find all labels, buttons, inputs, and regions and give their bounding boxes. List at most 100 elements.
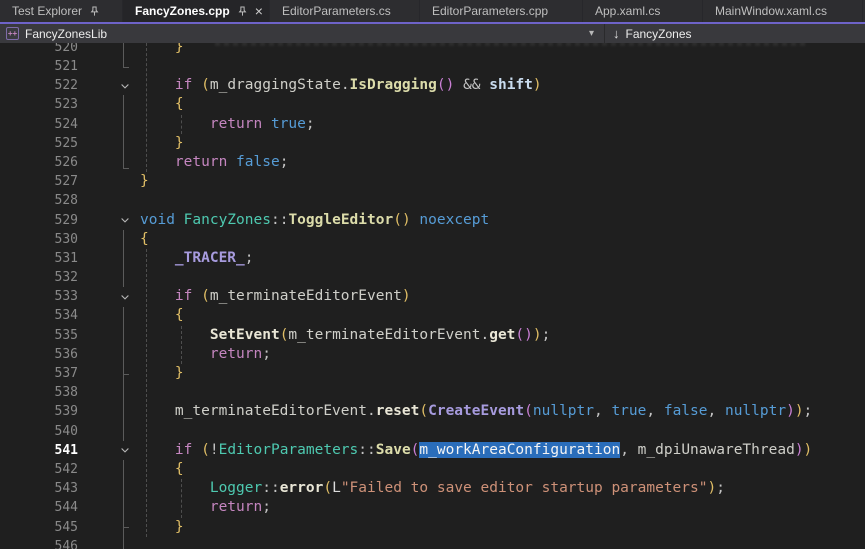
fold-margin (110, 537, 140, 549)
code-editor[interactable]: 520 }521522 if (m_draggingState.IsDraggi… (0, 43, 865, 549)
code-line[interactable]: 544 return; (0, 498, 865, 517)
code-line[interactable]: 525 } (0, 134, 865, 153)
tab-editorparameters-cs[interactable]: EditorParameters.cs (270, 0, 420, 22)
fold-chevron-icon[interactable] (110, 441, 140, 460)
code-line[interactable]: 543 Logger::error(L"Failed to save edito… (0, 479, 865, 498)
pin-icon[interactable] (88, 5, 101, 18)
line-number: 537 (0, 364, 78, 383)
code-line[interactable]: 541 if (!EditorParameters::Save(m_workAr… (0, 441, 865, 460)
fold-margin (110, 268, 140, 287)
code-line[interactable]: 542 { (0, 460, 865, 479)
code-line[interactable]: 533 if (m_terminateEditorEvent) (0, 287, 865, 306)
line-number: 539 (0, 402, 78, 421)
fold-margin (110, 230, 140, 249)
tab-label: Test Explorer (12, 4, 82, 18)
fold-margin (110, 153, 140, 172)
code-text: SetEvent(m_terminateEditorEvent.get()); (140, 326, 550, 345)
code-line[interactable]: 522 if (m_draggingState.IsDragging() && … (0, 76, 865, 95)
fold-margin (110, 498, 140, 517)
tab-label: EditorParameters.cpp (432, 4, 548, 18)
code-text: void FancyZones::ToggleEditor() noexcept (140, 211, 489, 230)
document-tab-bar: Test Explorer FancyZones.cpp × EditorParame… (0, 0, 865, 22)
code-line[interactable]: 536 return; (0, 345, 865, 364)
line-number: 543 (0, 479, 78, 498)
code-line[interactable]: 535 SetEvent(m_terminateEditorEvent.get(… (0, 326, 865, 345)
code-line[interactable]: 546 (0, 537, 865, 549)
code-text: return; (140, 498, 271, 517)
scope-dropdown-label: FancyZones (626, 27, 692, 41)
fold-chevron-icon[interactable] (110, 76, 140, 95)
fold-margin (110, 134, 140, 153)
code-line[interactable]: 526 return false; (0, 153, 865, 172)
blurred-scroll-artifact (215, 43, 807, 46)
fold-chevron-icon[interactable] (110, 287, 140, 306)
line-number: 523 (0, 95, 78, 114)
fold-margin (110, 95, 140, 114)
selected-text[interactable]: m_workAreaConfiguration (419, 442, 620, 458)
line-number: 546 (0, 537, 78, 549)
line-number: 526 (0, 153, 78, 172)
code-line[interactable]: 529 void FancyZones::ToggleEditor() noexc… (0, 211, 865, 230)
code-text: } (140, 43, 184, 57)
line-number: 527 (0, 172, 78, 191)
fold-chevron-icon[interactable] (110, 211, 140, 230)
code-line[interactable]: 531 _TRACER_; (0, 249, 865, 268)
fold-margin (110, 383, 140, 402)
code-text: m_terminateEditorEvent.reset(CreateEvent… (140, 402, 812, 421)
tab-test-explorer[interactable]: Test Explorer (0, 0, 123, 22)
line-number: 541 (0, 441, 78, 460)
line-number: 524 (0, 115, 78, 134)
code-line[interactable]: 530{ (0, 230, 865, 249)
tab-fancyzones-cpp[interactable]: FancyZones.cpp × (123, 0, 270, 22)
close-icon[interactable]: × (255, 4, 263, 18)
code-line[interactable]: 532 (0, 268, 865, 287)
fold-margin (110, 422, 140, 441)
tab-app-xaml-cs[interactable]: App.xaml.cs (583, 0, 703, 22)
code-text: Logger::error(L"Failed to save editor st… (140, 479, 725, 498)
tab-label: EditorParameters.cs (282, 4, 391, 18)
line-number: 544 (0, 498, 78, 517)
chevron-down-icon[interactable]: ▾ (589, 28, 598, 39)
pin-icon[interactable] (236, 5, 249, 18)
code-text: return true; (140, 115, 315, 134)
fold-margin (110, 191, 140, 210)
project-dropdown[interactable]: ++ FancyZonesLib ▾ (0, 24, 604, 43)
code-line[interactable]: 520 } (0, 43, 865, 57)
code-text: if (!EditorParameters::Save(m_workAreaCo… (140, 441, 812, 460)
code-text: return; (140, 345, 271, 364)
tab-label: FancyZones.cpp (135, 4, 230, 18)
fold-margin (110, 402, 140, 421)
scope-dropdown[interactable]: ↓ FancyZones (605, 24, 700, 43)
code-line[interactable]: 545 } (0, 518, 865, 537)
code-line[interactable]: 538 (0, 383, 865, 402)
fold-margin (110, 306, 140, 325)
line-number: 535 (0, 326, 78, 345)
fold-margin (110, 115, 140, 134)
project-dropdown-label: FancyZonesLib (25, 27, 107, 41)
code-line[interactable]: 521 (0, 57, 865, 76)
code-line[interactable]: 523 { (0, 95, 865, 114)
line-number: 529 (0, 211, 78, 230)
code-line[interactable]: 528 (0, 191, 865, 210)
line-number: 525 (0, 134, 78, 153)
fold-margin (110, 518, 140, 537)
tab-editorparameters-cpp[interactable]: EditorParameters.cpp (420, 0, 583, 22)
code-line[interactable]: 527} (0, 172, 865, 191)
tab-label: App.xaml.cs (595, 4, 660, 18)
code-line[interactable]: 539 m_terminateEditorEvent.reset(CreateE… (0, 402, 865, 421)
code-text: { (140, 306, 184, 325)
code-line[interactable]: 537 } (0, 364, 865, 383)
code-text: } (140, 134, 184, 153)
code-text: } (140, 172, 149, 191)
fold-margin (110, 326, 140, 345)
code-text: { (140, 460, 184, 479)
tab-mainwindow-xaml-cs[interactable]: MainWindow.xaml.cs (703, 0, 863, 22)
line-number: 542 (0, 460, 78, 479)
code-line[interactable]: 534 { (0, 306, 865, 325)
line-number: 528 (0, 191, 78, 210)
line-number: 520 (0, 43, 78, 57)
code-line[interactable]: 524 return true; (0, 115, 865, 134)
line-number: 536 (0, 345, 78, 364)
code-line[interactable]: 540 (0, 422, 865, 441)
navigation-bar: ++ FancyZonesLib ▾ ↓ FancyZones (0, 24, 865, 43)
